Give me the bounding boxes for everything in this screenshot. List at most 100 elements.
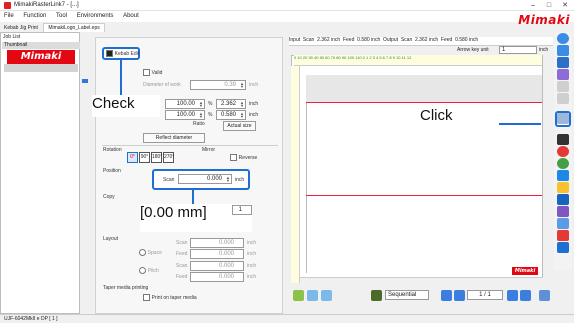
rotate-0-button[interactable]: 0° [127,152,138,163]
space-radio[interactable] [139,249,146,256]
spin-arrows-icon[interactable]: ▲ ▼ [240,112,244,119]
info-icon[interactable] [557,33,569,44]
pitch-label: Pitch [147,268,159,275]
thumbnail-header: Thumbnail [2,42,80,49]
unprintable-area [306,75,542,102]
cut-icon[interactable] [557,146,569,157]
reflect-diameter-button[interactable]: Reflect diameter [143,133,205,143]
reverse-label: Reverse [238,155,258,162]
menu-function[interactable]: Function [19,11,50,21]
zoom-in-icon[interactable] [307,290,318,301]
copy-field[interactable]: 1 [232,205,252,215]
scale-y-unit: % [208,112,213,118]
reverse-checkbox-row[interactable]: Reverse [230,154,257,161]
last-page-icon[interactable] [520,290,531,301]
pitch-radio[interactable] [139,267,146,274]
diameter-field[interactable]: 0.39 ▲ ▼ [190,80,246,90]
rotate-270-button[interactable]: 270° [163,152,174,163]
space-feed-value: 0.000 [218,251,234,257]
copy-value: 1 [238,207,242,213]
menu-file[interactable]: File [0,11,18,21]
spin-arrows-icon[interactable]: ▲ ▼ [199,101,203,108]
close-button[interactable]: ✕ [558,1,572,10]
print-order-select[interactable]: Sequential [385,290,429,300]
size-height-unit: inch [249,112,259,118]
zoom-out-icon[interactable] [321,290,332,301]
first-page-icon[interactable] [441,290,452,301]
print-preview-icon[interactable] [539,290,550,301]
horizontal-scrollbar[interactable] [300,277,543,283]
window-title: MimakiRasterLink7 - [...] [14,2,79,8]
menu-environments[interactable]: Environments [73,11,118,21]
color-replace-icon[interactable] [557,170,569,181]
taper-checkbox[interactable] [143,294,150,301]
output-icon[interactable] [557,194,569,205]
valid-checkbox-row[interactable]: Valid [143,69,162,76]
execute-icon[interactable] [557,242,569,253]
maximize-button[interactable]: □ [542,1,556,10]
output-feed-unit: inch [468,37,479,43]
space-scan-field[interactable]: 0.000 [190,238,244,248]
input-feed-unit: inch [371,37,381,43]
spin-arrows-icon[interactable]: ▲ ▼ [226,176,230,183]
scale-x-field[interactable]: 100.00 ▲ ▼ [165,99,205,109]
tab-kebab-jig-print[interactable]: Kebab Jig Print [0,24,42,32]
next-page-icon[interactable] [507,290,518,301]
properties-icon[interactable] [557,206,569,217]
job-thumbnail[interactable]: Mimaki [7,50,75,64]
kebab-edit-checkbox[interactable] [106,50,113,57]
valid-checkbox[interactable] [143,69,150,76]
spin-arrows-icon[interactable]: ▲ ▼ [199,112,203,119]
pitch-scan-field[interactable]: 0.000 [190,261,244,271]
search-icon[interactable] [557,57,569,68]
layout-icon[interactable] [557,45,569,56]
fit-view-icon[interactable] [293,290,304,301]
delete-icon[interactable] [557,218,569,229]
pitch-feed-label: Feed [176,274,188,280]
kebab-jig-print-icon[interactable] [557,113,569,124]
vertical-ruler [291,66,300,283]
pitch-feed-field[interactable]: 0.000 [190,272,244,282]
reverse-checkbox[interactable] [230,154,237,161]
rotate-90-button[interactable]: 90° [139,152,150,163]
space-feed-field[interactable]: 0.000 [190,249,244,259]
favorite-star-icon[interactable] [557,182,569,193]
preview-size-info: Input Scan 2.362 inch Feed 0.580 inch Ou… [289,37,553,46]
menu-about[interactable]: About [119,11,143,21]
scan-position-field[interactable]: 0.000 ▲ ▼ [178,174,232,184]
actual-size-button[interactable]: Actual size [223,121,256,131]
vertical-scrollbar[interactable] [543,55,549,283]
scale-y-field[interactable]: 100.00 ▲ ▼ [165,110,205,120]
page-value: 1 / 1 [479,292,491,298]
color-edit-icon[interactable] [557,69,569,80]
taper-checkbox-row[interactable]: Print on taper media [143,294,197,301]
stop-icon[interactable] [557,230,569,241]
space-radio-row[interactable]: Space [139,249,162,256]
spin-arrows-icon[interactable]: ▲ ▼ [240,101,244,108]
space-scan-value: 0.000 [218,240,234,246]
value-callout-line [192,190,194,204]
refresh-icon[interactable] [557,158,569,169]
tab-job-file[interactable]: MimakiLogo_Label.eps [43,23,105,32]
ratio-label: Ratio [193,121,205,127]
pitch-radio-row[interactable]: Pitch [139,267,159,274]
scan-unit: inch [235,177,245,183]
minimize-button[interactable]: – [526,1,540,10]
input-label: Input [289,37,301,43]
preview-job-image[interactable]: Mimaki [512,267,538,275]
scan-position-value: 0.000 [206,176,222,182]
valid-label: Valid [151,70,163,77]
menu-tool[interactable]: Tool [52,11,71,21]
job-selection-strip[interactable] [4,64,78,72]
click-callout: Click [392,103,492,129]
job-list-title: Job List [3,34,21,40]
size-width-field[interactable]: 2.362 ▲ ▼ [216,99,246,109]
size-height-field[interactable]: 0.580 ▲ ▼ [216,110,246,120]
prev-page-icon[interactable] [454,290,465,301]
arrow-key-unit-select[interactable]: 1 [499,46,537,54]
kebab-edit-checkbox-row[interactable]: Kebab Edit [106,50,139,57]
print-settings-icon[interactable] [557,134,569,145]
spin-arrows-icon[interactable]: ▲ ▼ [240,82,244,89]
diameter-unit: inch [249,82,259,88]
rotate-180-button[interactable]: 180° [151,152,162,163]
